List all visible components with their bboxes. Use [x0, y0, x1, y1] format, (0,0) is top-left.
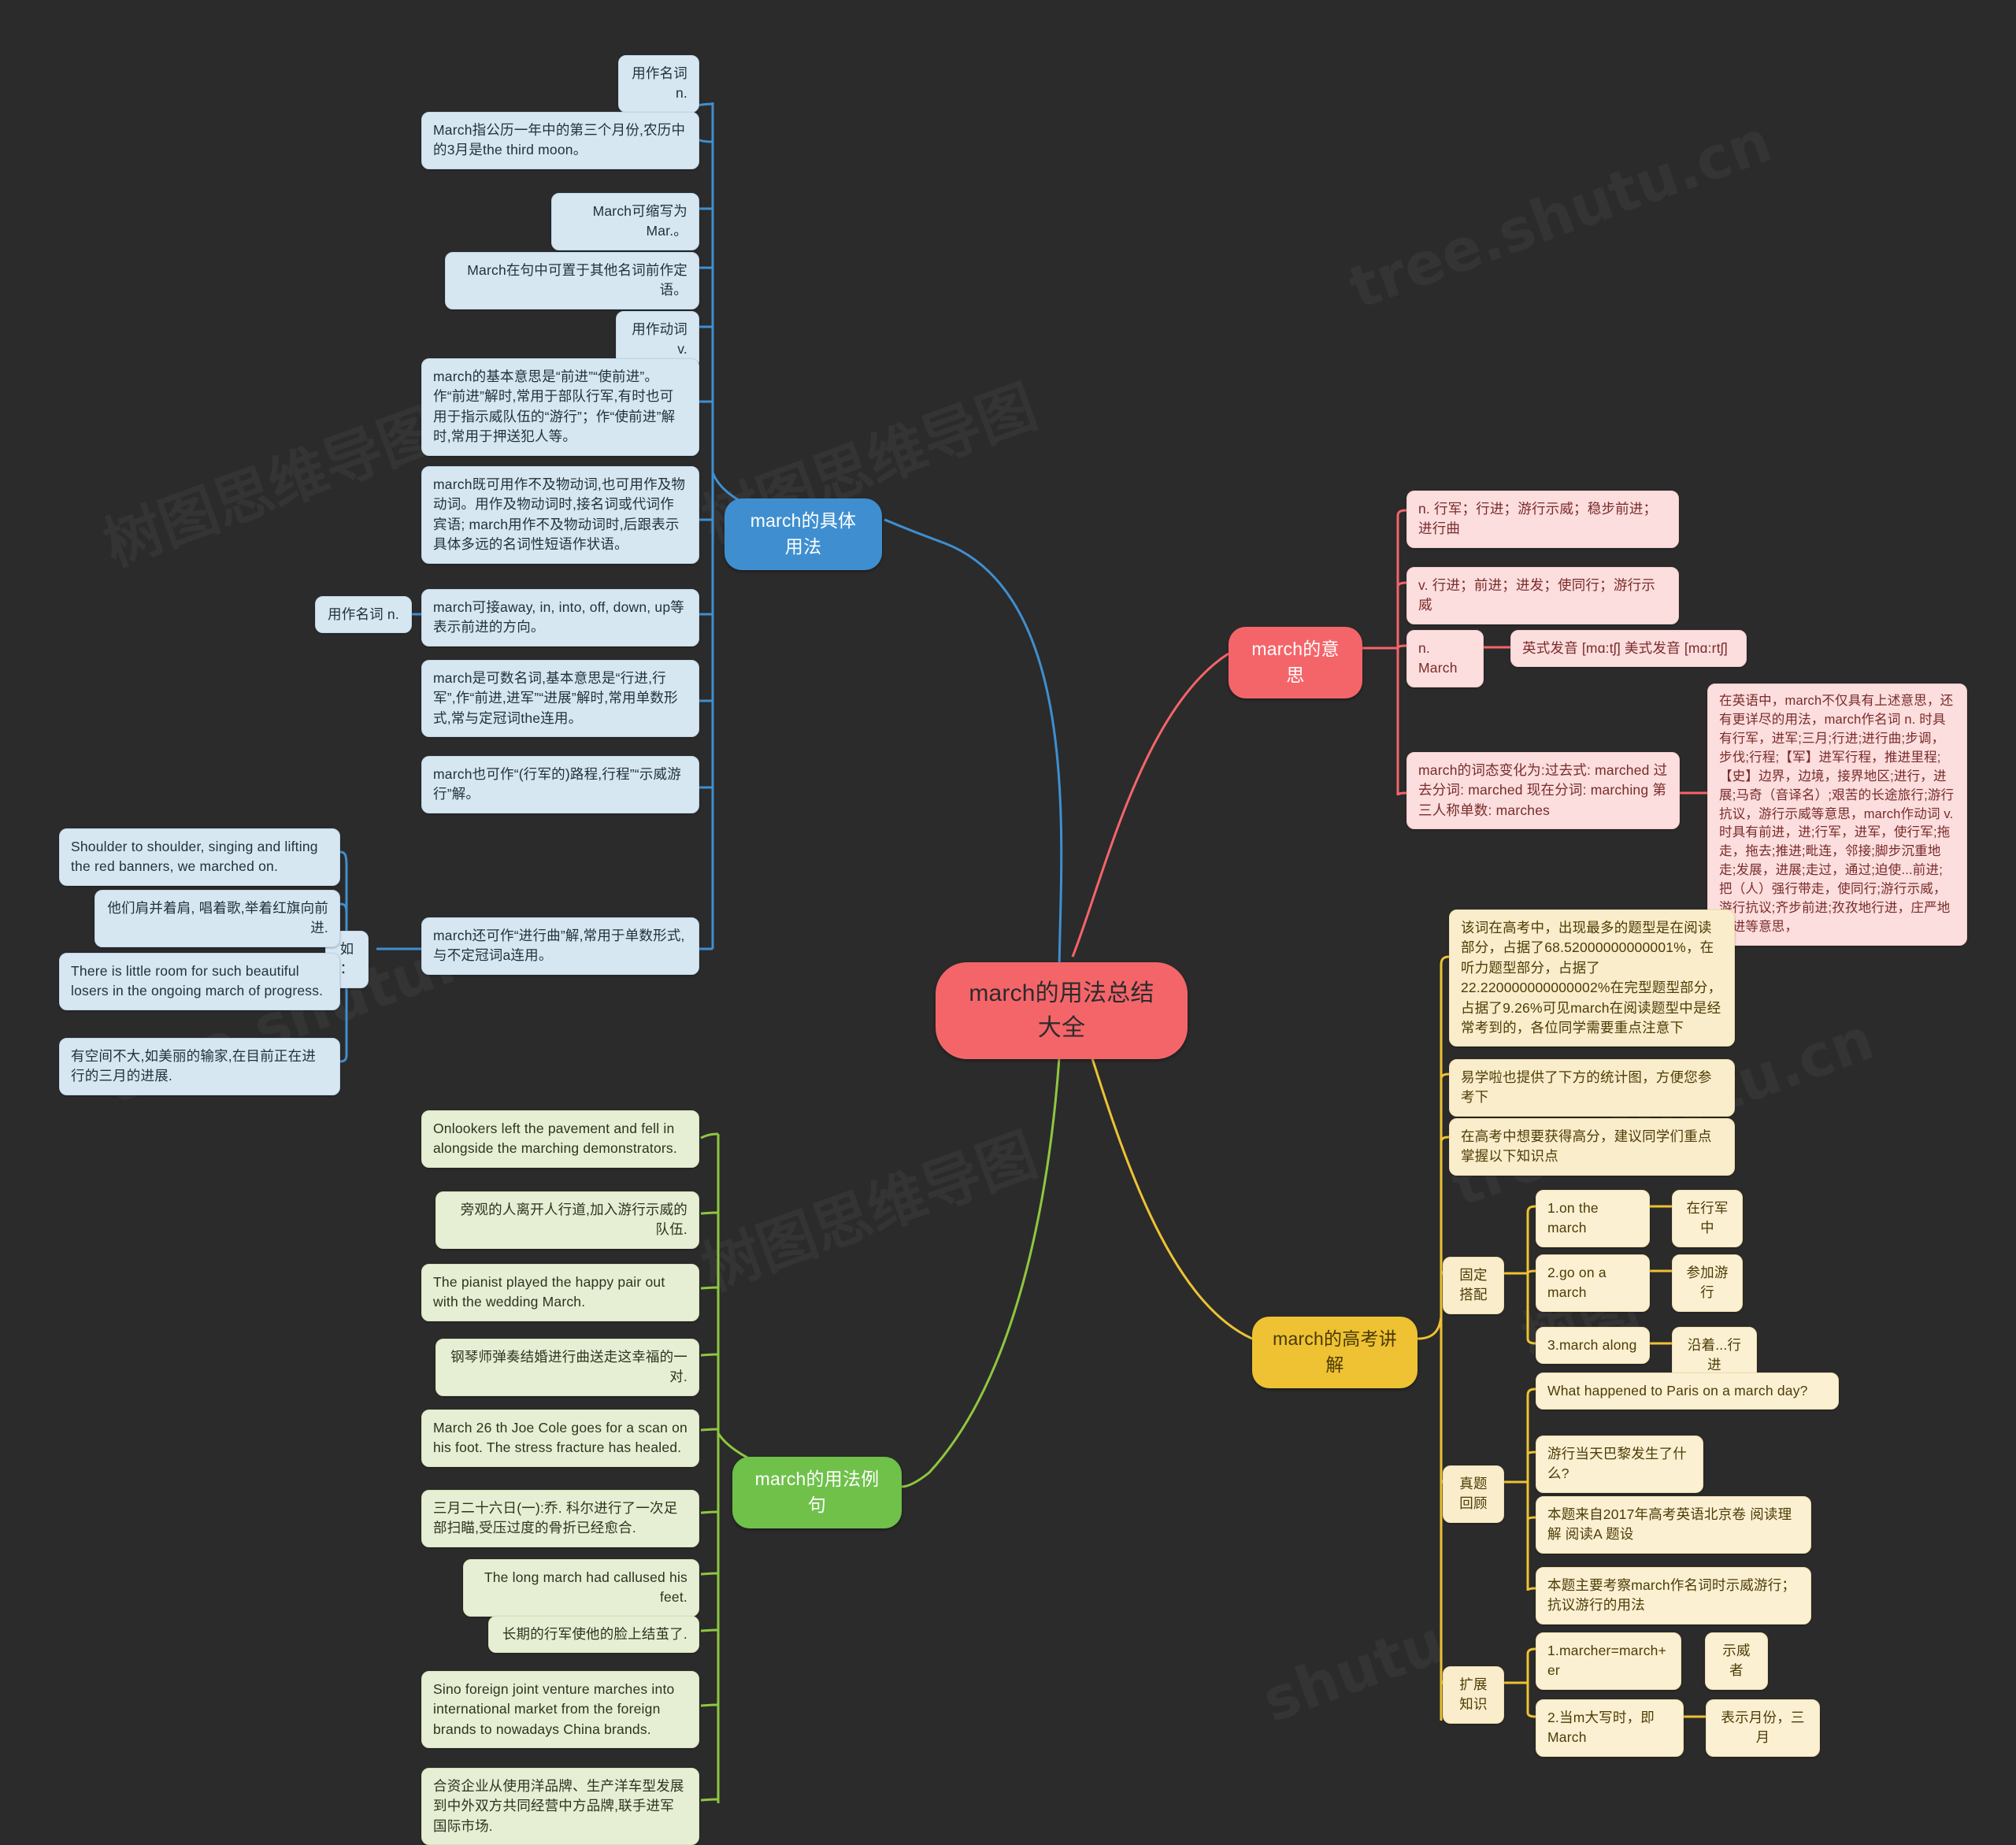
node-example-9[interactable]: 合资企业从使用洋品牌、生产洋车型发展到中外双方共同经营中方品牌,联手进军国际市场… [421, 1768, 699, 1845]
node-usage-noun-2[interactable]: 用作名词 n. [315, 596, 412, 634]
node-gaokao-meaning-0-0[interactable]: 在行军中 [1672, 1190, 1743, 1247]
node-meaning-1[interactable]: v. 行进；前进；进发；使同行；游行示威 [1406, 567, 1679, 624]
node-usage-7[interactable]: march可接away, in, into, off, down, up等表示前… [421, 589, 699, 646]
watermark: 树图思维导图 [689, 1108, 1047, 1306]
branch-usage[interactable]: march的具体用法 [724, 498, 882, 570]
node-meaning-2[interactable]: n. March [1406, 630, 1484, 687]
node-usage-2[interactable]: March可缩写为Mar.。 [551, 193, 699, 250]
node-gaokao-term-0-2[interactable]: 3.march along [1536, 1327, 1650, 1365]
node-meaning-3[interactable]: march的词态变化为:过去式: marched 过去分词: marched 现… [1406, 752, 1680, 830]
mindmap-canvas: 树图思维导图 树图思维导图 tree.shutu.cn tree.shutu.c… [0, 0, 2016, 1845]
node-gaokao-term-0-0[interactable]: 1.on the march [1536, 1190, 1650, 1247]
node-gaokao-real-0[interactable]: What happened to Paris on a march day? [1536, 1373, 1839, 1410]
node-meaning-pronunciation[interactable]: 英式发音 [mɑ:tʃ] 美式发音 [mɑ:rtʃ] [1510, 630, 1747, 668]
node-example-7[interactable]: 长期的行军使他的脸上结茧了. [488, 1616, 699, 1654]
node-gaokao-group-1-label[interactable]: 真题回顾 [1443, 1465, 1504, 1523]
branch-meaning[interactable]: march的意思 [1228, 627, 1362, 698]
node-usage-5[interactable]: march的基本意思是“前进”“使前进”。作“前进”解时,常用于部队行军,有时也… [421, 358, 699, 456]
node-gaokao-real-3[interactable]: 本题主要考察march作名词时示威游行；抗议游行的用法 [1536, 1567, 1811, 1625]
branch-examples[interactable]: march的用法例句 [732, 1457, 902, 1528]
node-meaning-detail[interactable]: 在英语中，march不仅具有上述意思，还有更详尽的用法，march作名词 n. … [1707, 684, 1967, 946]
node-gaokao-term-2-1[interactable]: 2.当m大写时，即March [1536, 1699, 1684, 1757]
node-example-1[interactable]: 旁观的人离开人行道,加入游行示威的队伍. [435, 1191, 699, 1249]
watermark: shutu [1254, 1608, 1453, 1736]
node-usage-noun-top[interactable]: 用作名词 n. [618, 55, 699, 113]
node-gaokao-meaning-2-1[interactable]: 表示月份，三月 [1706, 1699, 1820, 1757]
node-usage-example-3[interactable]: 有空间不大,如美丽的输家,在目前正在进行的三月的进展. [59, 1038, 340, 1095]
node-example-2[interactable]: The pianist played the happy pair out wi… [421, 1264, 699, 1321]
node-meaning-0[interactable]: n. 行军；行进；游行示威；稳步前进；进行曲 [1406, 491, 1679, 548]
watermark: tree.shutu.cn [1340, 107, 1780, 322]
node-gaokao-real-1[interactable]: 游行当天巴黎发生了什么? [1536, 1436, 1703, 1493]
node-usage-8[interactable]: march是可数名词,基本意思是“行进,行军”,作“前进,进军”“进展”解时,常… [421, 660, 699, 738]
node-usage-3[interactable]: March在句中可置于其他名词前作定语。 [445, 252, 699, 309]
node-gaokao-meaning-0-1[interactable]: 参加游行 [1672, 1254, 1743, 1312]
node-usage-1[interactable]: March指公历一年中的第三个月份,农历中的3月是the third moon。 [421, 112, 699, 169]
watermark: 树图思维导图 [91, 383, 448, 582]
node-example-5[interactable]: 三月二十六日(一):乔. 科尔进行了一次足部扫瞄,受压过度的骨折已经愈合. [421, 1490, 699, 1547]
node-gaokao-intro-0[interactable]: 该词在高考中，出现最多的题型是在阅读部分，占据了68.5200000000000… [1449, 910, 1735, 1047]
node-gaokao-group-0-label[interactable]: 固定搭配 [1443, 1257, 1504, 1314]
node-example-3[interactable]: 钢琴师弹奏结婚进行曲送走这幸福的一对. [435, 1339, 699, 1396]
node-example-6[interactable]: The long march had callused his feet. [463, 1559, 699, 1617]
node-example-0[interactable]: Onlookers left the pavement and fell in … [421, 1110, 699, 1168]
node-usage-6[interactable]: march既可用作不及物动词,也可用作及物动词。用作及物动词时,接名词或代词作宾… [421, 466, 699, 564]
node-gaokao-term-2-0[interactable]: 1.marcher=march+er [1536, 1632, 1681, 1690]
node-example-4[interactable]: March 26 th Joe Cole goes for a scan on … [421, 1410, 699, 1467]
node-gaokao-intro-2[interactable]: 在高考中想要获得高分，建议同学们重点掌握以下知识点 [1449, 1118, 1735, 1176]
node-usage-example-2[interactable]: There is little room for such beautiful … [59, 953, 340, 1010]
node-gaokao-real-2[interactable]: 本题来自2017年高考英语北京卷 阅读理解 阅读A 题设 [1536, 1496, 1811, 1554]
node-usage-example-1[interactable]: 他们肩并着肩, 唱着歌,举着红旗向前进. [94, 890, 340, 947]
node-gaokao-intro-1[interactable]: 易学啦也提供了下方的统计图，方便您参考下 [1449, 1059, 1735, 1117]
node-gaokao-term-0-1[interactable]: 2.go on a march [1536, 1254, 1650, 1312]
node-gaokao-group-2-label[interactable]: 扩展知识 [1443, 1666, 1504, 1724]
node-usage-9[interactable]: march也可作“(行军的)路程,行程”“示威游行”解。 [421, 756, 699, 813]
node-usage-10[interactable]: march还可作“进行曲”解,常用于单数形式,与不定冠词a连用。 [421, 917, 699, 975]
node-usage-example-0[interactable]: Shoulder to shoulder, singing and liftin… [59, 828, 340, 886]
branch-gaokao[interactable]: march的高考讲解 [1252, 1317, 1418, 1388]
node-gaokao-meaning-2-0[interactable]: 示威者 [1705, 1632, 1768, 1690]
root-node[interactable]: march的用法总结大全 [936, 962, 1188, 1059]
node-example-8[interactable]: Sino foreign joint venture marches into … [421, 1671, 699, 1749]
